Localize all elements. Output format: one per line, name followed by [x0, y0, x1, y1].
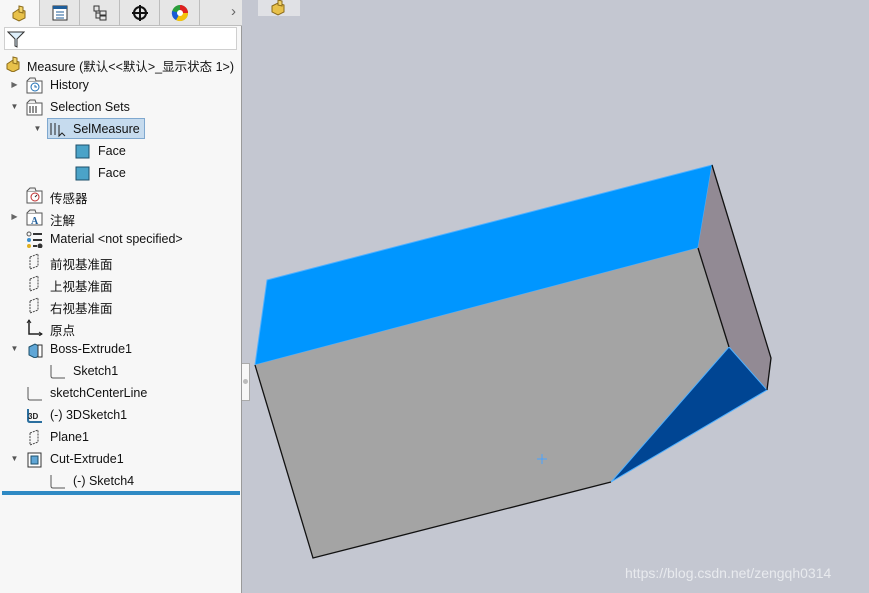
watermark: https://blog.csdn.net/zengqh0314: [625, 565, 832, 581]
3d-model-viewport[interactable]: [0, 0, 869, 593]
